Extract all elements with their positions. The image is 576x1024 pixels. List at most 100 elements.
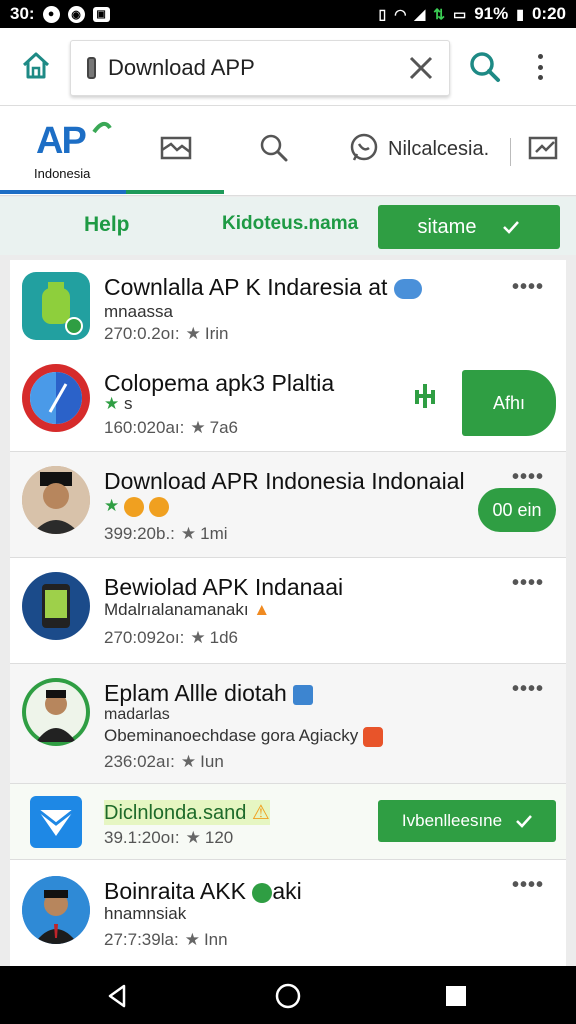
messenger-icon: ◉ bbox=[67, 5, 85, 23]
search-icon[interactable] bbox=[466, 48, 504, 86]
app-meta: 236:02aı: ★ Iun bbox=[104, 752, 224, 771]
warning-icon: ⚠ bbox=[251, 802, 270, 824]
more-options-icon[interactable]: •••• bbox=[512, 678, 544, 701]
tab-active-indicator bbox=[0, 190, 126, 194]
logo-subtitle: Indonesia bbox=[34, 166, 91, 181]
list-item[interactable]: Diclnlonda.sand ⚠ 39.1:20oı: ★ 120 Ivbenll… bbox=[10, 784, 566, 860]
vibrate-icon: ▯ bbox=[378, 5, 387, 22]
overflow-menu-icon[interactable] bbox=[528, 50, 552, 84]
filter-row: Help Kidoteus.nama sitame bbox=[0, 197, 576, 255]
app-icon-browser bbox=[22, 364, 90, 432]
install-button[interactable]: Ivbenlleesıne bbox=[378, 800, 556, 842]
app-meta: 27:7:39la: ★ Inn bbox=[104, 930, 228, 949]
filter-button-label: sitame bbox=[417, 215, 477, 238]
avatar bbox=[22, 466, 90, 534]
notification-icon: ● bbox=[42, 5, 60, 23]
data-icon: ⇅ bbox=[433, 5, 445, 22]
app-meta: 399:20b.: ★ 1mi bbox=[104, 524, 228, 543]
tab-inbox-icon[interactable] bbox=[158, 130, 194, 166]
gift-icon bbox=[362, 726, 383, 747]
avatar bbox=[22, 876, 90, 944]
logo-text: AP bbox=[36, 120, 87, 162]
tab-search-icon[interactable] bbox=[256, 130, 292, 166]
app-meta: 160:020aı: ★ 7a6 bbox=[104, 418, 238, 437]
list-item[interactable]: Bewiolad APK Indanaai Mdalrıalanamanakı … bbox=[10, 558, 566, 664]
app-title: Diclnlonda.sand ⚠ bbox=[104, 800, 270, 825]
star-icon: ★ bbox=[190, 628, 206, 647]
signal-icon: ◢ bbox=[414, 5, 426, 22]
app-title: Boinraita AKK aki bbox=[104, 878, 302, 904]
green-badge-icon bbox=[252, 882, 273, 903]
install-button[interactable]: Afhı bbox=[462, 370, 556, 436]
recents-icon[interactable] bbox=[440, 980, 472, 1012]
sim-icon: ▭ bbox=[452, 5, 467, 22]
tab-indonesia[interactable]: Nilcalcesia. bbox=[388, 138, 489, 161]
app-subtitle: hnamnsiak bbox=[104, 904, 187, 923]
app-meta: 270:0.2oı: ★ Irin bbox=[104, 324, 229, 343]
fire-icon: ▲ bbox=[253, 600, 271, 619]
star-icon: ★ bbox=[104, 394, 120, 413]
app-title: Bewiolad APK Indanaai bbox=[104, 574, 344, 600]
list-item[interactable]: Boinraita AKK aki hnamnsiak 27:7:39la: ★ I… bbox=[10, 860, 566, 966]
app-title: Download APR Indonesia Indonaial bbox=[104, 468, 465, 494]
star-icon: ★ bbox=[185, 324, 201, 343]
address-bar-row: Download APP bbox=[0, 28, 576, 106]
open-button[interactable]: 00 ein bbox=[478, 488, 556, 532]
cloud-icon bbox=[393, 278, 422, 299]
battery-icon: ▮ bbox=[516, 5, 524, 22]
orange-badge-icon bbox=[123, 496, 144, 517]
tab-row: AP Indonesia Nilcalcesia. bbox=[0, 106, 576, 196]
app-icon-bottle bbox=[22, 272, 90, 340]
orange-badge-icon bbox=[148, 496, 169, 517]
more-options-icon[interactable]: •••• bbox=[512, 572, 544, 595]
filter-link[interactable]: Kidoteus.nama bbox=[222, 213, 358, 235]
app-meta: 39.1:20oı: ★ 120 bbox=[104, 828, 234, 847]
check-icon bbox=[503, 221, 520, 234]
url-text: Download APP bbox=[108, 55, 255, 80]
list-item[interactable]: Download APR Indonesia Indonaial ★ 399:2… bbox=[10, 452, 566, 558]
chart-icon bbox=[293, 684, 314, 705]
app-title: Eplam Allle diotah bbox=[104, 680, 314, 707]
clear-icon[interactable] bbox=[401, 48, 441, 88]
star-icon: ★ bbox=[190, 418, 206, 437]
more-options-icon[interactable]: •••• bbox=[512, 874, 544, 897]
status-clock-left: 30: bbox=[10, 4, 35, 23]
avatar bbox=[22, 678, 90, 746]
status-time: 0:20 bbox=[531, 4, 566, 23]
app-meta: 270:092oı: ★ 1d6 bbox=[104, 628, 238, 647]
gallery-icon: ▣ bbox=[92, 6, 110, 22]
star-icon: ★ bbox=[104, 496, 120, 515]
list-item[interactable]: Eplam Allle diotah madarlas Obeminanoech… bbox=[10, 664, 566, 784]
star-icon: ★ bbox=[185, 828, 201, 847]
more-options-icon[interactable]: •••• bbox=[512, 276, 544, 299]
list-item[interactable]: Cownlalla AP K Indaresia at mnaassa 270:… bbox=[10, 260, 566, 452]
url-field[interactable]: Download APP bbox=[70, 40, 450, 96]
app-subtitle: ★ s bbox=[104, 394, 133, 413]
app-title: Colopema apk3 Plaltia bbox=[104, 370, 335, 396]
mail-app-icon bbox=[30, 796, 82, 848]
check-icon bbox=[516, 815, 533, 828]
tab-secondary-indicator bbox=[126, 190, 224, 194]
star-icon: ★ bbox=[180, 752, 197, 771]
battery-percent: 91% bbox=[474, 4, 509, 23]
app-list: Cownlalla AP K Indaresia at mnaassa 270:… bbox=[10, 260, 566, 966]
system-nav-bar bbox=[0, 966, 576, 1024]
app-subtitle: Mdalrıalanamanakı ▲ bbox=[104, 600, 271, 619]
status-bar: 30: ● ◉ ▣ ▯ ◠ ◢ ⇅ ▭ 91% ▮ 0:20 bbox=[0, 0, 576, 28]
app-subtitle: madarlas bbox=[104, 706, 170, 723]
app-subtitle: mnaassa bbox=[104, 302, 173, 321]
star-icon: ★ bbox=[180, 524, 197, 543]
help-link[interactable]: Help bbox=[84, 213, 130, 237]
tab-divider bbox=[510, 138, 511, 166]
tab-chat-icon[interactable] bbox=[346, 130, 382, 166]
more-options-icon[interactable]: •••• bbox=[512, 466, 544, 489]
back-icon[interactable] bbox=[102, 980, 134, 1012]
tab-share-icon[interactable] bbox=[526, 130, 562, 166]
app-logo[interactable]: AP Indonesia bbox=[20, 116, 120, 188]
filter-button[interactable]: sitame bbox=[378, 205, 560, 249]
star-icon: ★ bbox=[184, 930, 200, 949]
home-nav-icon[interactable] bbox=[272, 980, 304, 1012]
app-description: Obeminanoechdase gora Agiacky bbox=[104, 726, 383, 747]
tree-icon bbox=[410, 380, 440, 410]
home-icon[interactable] bbox=[18, 48, 54, 84]
